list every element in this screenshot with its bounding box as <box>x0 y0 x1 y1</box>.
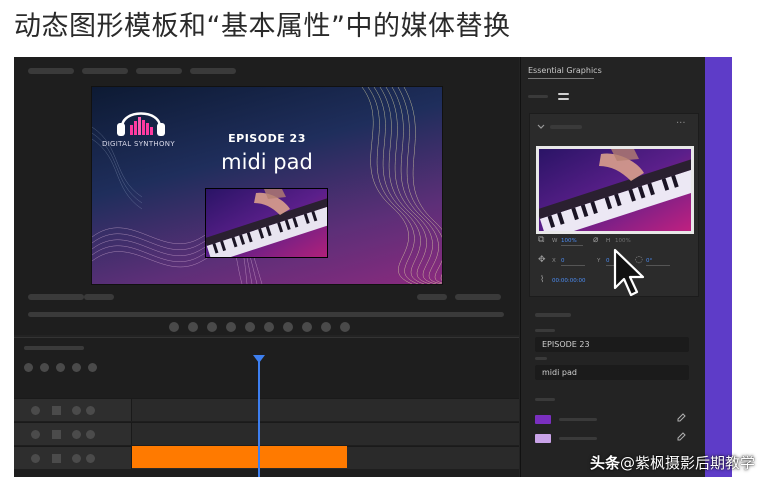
program-monitor: DIGITAL SYNTHONY EPISODE 23 midi pad <box>14 57 519 335</box>
edit-tab-icon[interactable] <box>558 98 569 100</box>
x-label: X <box>552 258 556 264</box>
title-text-field[interactable]: midi pad <box>535 365 689 380</box>
track-toggle[interactable] <box>31 406 40 415</box>
track-toggle[interactable] <box>86 430 95 439</box>
episode-text-field[interactable]: EPISODE 23 <box>535 337 689 352</box>
section-header-placeholder <box>535 313 571 317</box>
eyedropper-icon[interactable] <box>676 413 686 423</box>
color-label-placeholder <box>559 418 597 421</box>
timeline-tool[interactable] <box>56 363 65 372</box>
track-header <box>14 447 132 469</box>
keyboard-photo <box>206 189 327 257</box>
track-lock[interactable] <box>52 454 61 463</box>
track-toggle[interactable] <box>86 454 95 463</box>
height-label: H <box>606 238 611 244</box>
x-value[interactable]: 0 <box>561 258 585 266</box>
rotation-value[interactable]: 0° <box>646 258 670 266</box>
panel-title-underline <box>528 78 594 79</box>
playhead-handle[interactable] <box>253 355 265 363</box>
link-icon[interactable]: ⧉ <box>538 235 544 245</box>
track-lock[interactable] <box>52 406 61 415</box>
track-toggle[interactable] <box>31 454 40 463</box>
monitor-tab-placeholder[interactable] <box>82 68 128 74</box>
fit-placeholder[interactable] <box>84 294 114 300</box>
track-row <box>14 422 519 445</box>
transport-button[interactable] <box>302 322 312 332</box>
track-toggle[interactable] <box>31 430 40 439</box>
watermark-prefix: 头条 <box>589 454 620 472</box>
watermark-text: @紫枫摄影后期教学 <box>619 454 755 472</box>
height-value[interactable]: 100% <box>615 238 631 244</box>
timeline-tool[interactable] <box>72 363 81 372</box>
color-swatch-1[interactable] <box>535 415 551 424</box>
transport-button[interactable] <box>188 322 198 332</box>
panel-title[interactable]: Essential Graphics <box>528 66 602 75</box>
monitor-tab-placeholder[interactable] <box>136 68 182 74</box>
transport-button[interactable] <box>226 322 236 332</box>
sequence-tab-placeholder[interactable] <box>24 346 84 350</box>
time-value[interactable]: 00:00:00:00 <box>552 278 586 285</box>
accent-side-panel <box>705 57 732 477</box>
graphics-clip[interactable] <box>132 446 347 468</box>
eyedropper-icon[interactable] <box>676 432 686 442</box>
page-heading: 动态图形模板和“基本属性”中的媒体替换 <box>14 11 511 42</box>
track-toggle[interactable] <box>72 430 81 439</box>
monitor-tab-placeholder[interactable] <box>28 68 74 74</box>
track-row <box>14 398 519 421</box>
media-placeholder-image[interactable] <box>205 188 328 258</box>
width-label: W <box>552 238 558 244</box>
transport-button[interactable] <box>169 322 179 332</box>
width-value[interactable]: 100% <box>561 238 583 246</box>
constrain-icon[interactable]: ⌀ <box>593 235 598 245</box>
browse-tab[interactable] <box>528 95 548 98</box>
track-toggle[interactable] <box>86 406 95 415</box>
cursor-icon <box>613 248 645 297</box>
scrub-bar[interactable] <box>28 312 504 317</box>
video-preview-canvas[interactable]: DIGITAL SYNTHONY EPISODE 23 midi pad <box>91 86 443 285</box>
episode-label: EPISODE 23 <box>228 132 306 145</box>
field-label-placeholder <box>535 329 555 332</box>
y-label: Y <box>597 258 601 264</box>
transport-button[interactable] <box>245 322 255 332</box>
track-lock[interactable] <box>52 430 61 439</box>
chevron-down-icon[interactable] <box>537 124 545 130</box>
anchor-icon[interactable]: ⌇ <box>540 275 544 285</box>
move-icon[interactable]: ✥ <box>538 255 546 265</box>
keyboard-photo <box>539 149 691 231</box>
monitor-tab-placeholder[interactable] <box>190 68 236 74</box>
quality-placeholder[interactable] <box>417 294 447 300</box>
layer-name-placeholder <box>550 125 582 129</box>
watermark: 头条@紫枫摄影后期教学 <box>590 452 755 473</box>
transport-button[interactable] <box>321 322 331 332</box>
media-replace-thumbnail[interactable] <box>536 146 694 234</box>
color-label-placeholder <box>559 437 597 440</box>
track-toggle[interactable] <box>72 406 81 415</box>
duration-placeholder <box>455 294 501 300</box>
episode-title: midi pad <box>221 150 313 174</box>
playhead-line[interactable] <box>258 359 260 477</box>
timeline-tool[interactable] <box>40 363 49 372</box>
more-icon[interactable]: ··· <box>676 118 686 129</box>
transport-button[interactable] <box>283 322 293 332</box>
field-label-placeholder <box>535 357 547 360</box>
color-swatch-2[interactable] <box>535 434 551 443</box>
transport-button[interactable] <box>340 322 350 332</box>
timeline-tool[interactable] <box>88 363 97 372</box>
transport-button[interactable] <box>264 322 274 332</box>
timeline-tool[interactable] <box>24 363 33 372</box>
track-toggle[interactable] <box>72 454 81 463</box>
track-header <box>14 399 132 421</box>
timecode-placeholder <box>28 294 84 300</box>
track-header <box>14 423 132 445</box>
transport-button[interactable] <box>207 322 217 332</box>
edit-tab-icon[interactable] <box>558 93 569 95</box>
color-section-placeholder <box>535 398 555 401</box>
